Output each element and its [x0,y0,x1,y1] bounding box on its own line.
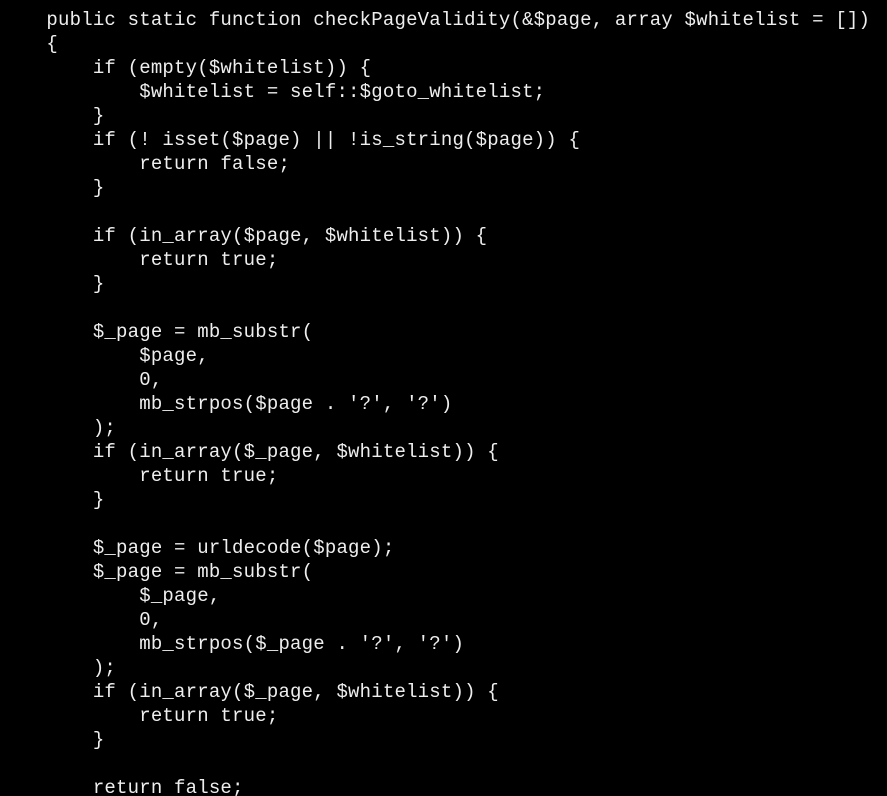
code-content: public static function checkPageValidity… [0,9,870,796]
code-block: public static function checkPageValidity… [0,0,887,796]
